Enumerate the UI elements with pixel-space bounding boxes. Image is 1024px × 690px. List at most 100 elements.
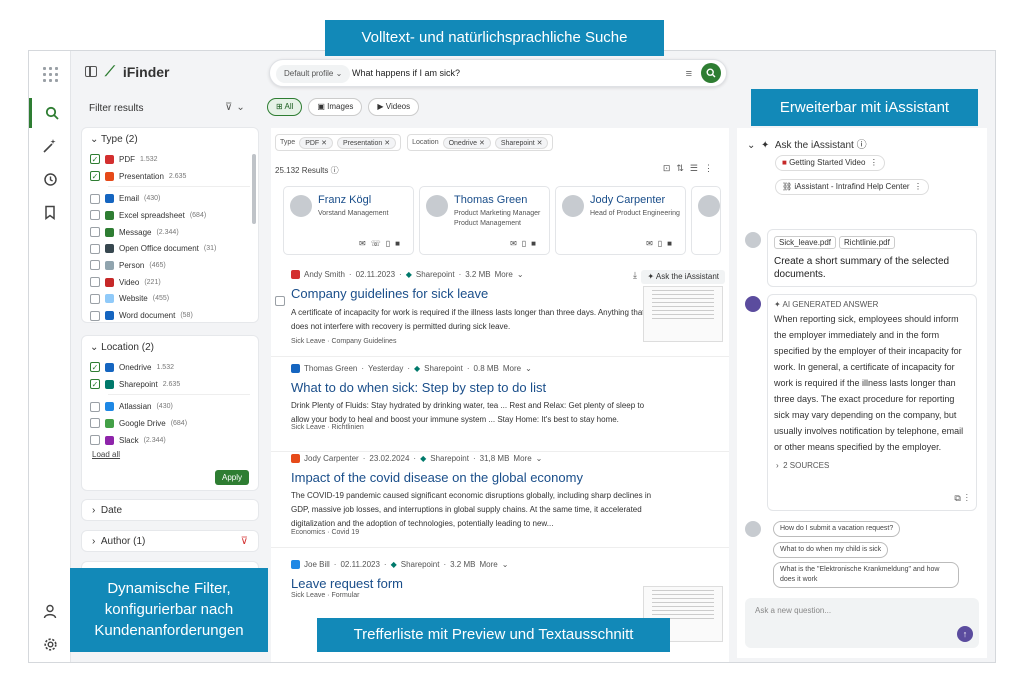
result-tools[interactable]: ⊡⇅☰⋮ xyxy=(663,163,719,174)
toggle-panel-icon[interactable] xyxy=(85,66,97,77)
tab-images[interactable]: ▣ Images xyxy=(308,98,363,116)
ask-iassistant-button[interactable]: ✦ Ask the iAssistant xyxy=(641,270,725,284)
send-arrow-icon[interactable]: ↑ xyxy=(957,626,973,642)
checkbox[interactable] xyxy=(90,310,100,321)
checkbox[interactable]: ✓ xyxy=(90,362,100,373)
filter-option[interactable]: ✓ Onedrive 1.532 xyxy=(82,359,258,376)
checkbox[interactable] xyxy=(90,193,100,204)
file-chip[interactable]: Sick_leave.pdf xyxy=(774,236,837,249)
chevron-down-icon[interactable]: ⌄ xyxy=(525,364,532,373)
contact-icons[interactable]: ✉☏▯■ xyxy=(359,239,405,248)
magic-wand-icon[interactable] xyxy=(29,131,71,161)
result-more[interactable]: More xyxy=(503,364,521,373)
result-more[interactable]: More xyxy=(479,560,497,569)
search-nav-icon[interactable] xyxy=(29,98,71,128)
apply-button[interactable]: Apply xyxy=(215,470,249,485)
checkbox[interactable] xyxy=(90,435,100,446)
search-input[interactable]: What happens if I am sick? xyxy=(352,68,460,78)
result-preview-thumbnail[interactable] xyxy=(643,286,723,342)
person-name[interactable]: Franz Kögl xyxy=(318,194,371,206)
bookmark-icon[interactable] xyxy=(29,197,71,227)
filter-option[interactable]: ✓ Sharepoint 2.635 xyxy=(82,376,258,393)
filter-option[interactable]: Email (430) xyxy=(82,190,258,207)
checkbox[interactable] xyxy=(90,418,100,429)
location-filter-title[interactable]: ⌄ Location (2) xyxy=(82,336,258,359)
user-icon[interactable] xyxy=(29,596,71,626)
chip-pdf[interactable]: PDF ✕ xyxy=(299,136,333,149)
filter-option[interactable]: ✓ Presentation 2.635 xyxy=(82,168,258,185)
history-icon[interactable] xyxy=(29,164,71,194)
search-options-icon[interactable]: ≡ xyxy=(686,68,692,80)
search-button[interactable] xyxy=(701,63,721,83)
assistant-header[interactable]: ⌄ ✦ Ask the iAssistant ⓘ xyxy=(747,136,867,151)
help-center-link[interactable]: ⛓ iAssistant - Intrafind Help Center ⋮ xyxy=(775,179,930,195)
copy-icon[interactable]: ⧉ ⋮ xyxy=(954,493,968,504)
chip-presentation[interactable]: Presentation ✕ xyxy=(337,136,397,149)
date-filter[interactable]: › Date xyxy=(81,499,259,521)
clear-filter-icon[interactable]: ⊽ xyxy=(225,102,236,113)
contact-icons[interactable]: ✉▯■ xyxy=(510,239,541,248)
result-title[interactable]: Impact of the covid disease on the globa… xyxy=(291,470,583,485)
person-card[interactable] xyxy=(691,186,721,255)
remove-filter-icon[interactable]: ⊽ xyxy=(241,536,248,547)
filter-option[interactable]: Atlassian (430) xyxy=(82,398,258,415)
chip-onedrive[interactable]: Onedrive ✕ xyxy=(442,136,491,149)
layout-icon[interactable]: ☰ xyxy=(690,163,704,173)
result-more[interactable]: More xyxy=(513,454,531,463)
filter-option[interactable]: Video (221) xyxy=(82,274,258,291)
checkbox[interactable]: ✓ xyxy=(90,171,100,182)
checkbox[interactable]: ✓ xyxy=(90,379,100,390)
profile-select[interactable]: Default profile ⌄ xyxy=(276,65,351,83)
collapse-all-icon[interactable]: ⌄ xyxy=(236,102,248,113)
save-icon[interactable]: ⊡ xyxy=(663,163,677,173)
checkbox[interactable] xyxy=(90,243,100,254)
filter-option[interactable]: ✓ PDF 1.532 xyxy=(82,151,258,168)
filter-option[interactable]: Website (455) xyxy=(82,291,258,308)
chevron-down-icon[interactable]: ⌄ xyxy=(502,560,509,569)
filter-option[interactable]: Google Drive (684) xyxy=(82,415,258,432)
checkbox[interactable] xyxy=(90,260,100,271)
sources-toggle[interactable]: › 2 SOURCES xyxy=(768,455,976,470)
author-filter[interactable]: › Author (1) ⊽ xyxy=(81,530,259,552)
checkbox[interactable] xyxy=(90,227,100,238)
person-card[interactable]: Thomas Green Product Marketing Manager Pr… xyxy=(419,186,550,255)
apps-grid-icon[interactable] xyxy=(29,59,71,89)
type-filter-title[interactable]: ⌄ Type (2) xyxy=(82,128,258,151)
person-card[interactable]: Jody Carpenter Head of Product Engineerin… xyxy=(555,186,686,255)
more-icon[interactable]: ⋮ xyxy=(704,163,719,173)
filter-option[interactable]: Excel spreadsheet (684) xyxy=(82,207,258,224)
filter-option[interactable]: Person (465) xyxy=(82,257,258,274)
file-chip[interactable]: Richtlinie.pdf xyxy=(839,236,895,249)
tab-videos[interactable]: ▶ Videos xyxy=(368,98,420,116)
chevron-down-icon[interactable]: ⌄ xyxy=(517,270,524,279)
type-scrollbar[interactable] xyxy=(252,154,256,224)
chevron-down-icon[interactable]: ⌄ xyxy=(536,454,543,463)
result-title[interactable]: Leave request form xyxy=(291,576,403,591)
filter-option[interactable]: Message (2.344) xyxy=(82,224,258,241)
checkbox[interactable] xyxy=(90,401,100,412)
filter-option[interactable]: Slack (2.344) xyxy=(82,432,258,449)
result-checkbox[interactable] xyxy=(275,296,285,306)
result-more[interactable]: More xyxy=(495,270,513,279)
checkbox[interactable] xyxy=(90,277,100,288)
sort-icon[interactable]: ⇅ xyxy=(676,163,690,173)
suggestion-chip[interactable]: What is the "Elektronische Krankmeldung"… xyxy=(773,562,959,588)
person-name[interactable]: Thomas Green xyxy=(454,194,527,206)
search-bar[interactable]: Default profile ⌄ What happens if I am s… xyxy=(269,59,727,87)
checkbox[interactable]: ✓ xyxy=(90,154,100,165)
filter-header-icons[interactable]: ⊽⌄ xyxy=(225,102,249,113)
settings-gear-icon[interactable] xyxy=(29,629,71,659)
load-all-link[interactable]: Load all xyxy=(82,450,258,459)
result-title[interactable]: What to do when sick: Step by step to do… xyxy=(291,380,546,395)
download-icon[interactable]: ⤓ xyxy=(633,270,637,281)
person-card[interactable]: Franz Kögl Vorstand Management ✉☏▯■ xyxy=(283,186,414,255)
suggestion-chip[interactable]: How do I submit a vacation request? xyxy=(773,521,901,537)
ask-question-input[interactable]: Ask a new question... ↑ xyxy=(745,598,979,648)
getting-started-link[interactable]: ■ Getting Started Video ⋮ xyxy=(775,155,885,171)
suggestion-chip[interactable]: What to do when my child is sick xyxy=(773,542,889,558)
person-name[interactable]: Jody Carpenter xyxy=(590,194,665,206)
filter-option[interactable]: Open Office document (31) xyxy=(82,240,258,257)
tab-all[interactable]: ⊞ All xyxy=(267,98,303,116)
contact-icons[interactable]: ✉▯■ xyxy=(646,239,677,248)
result-title[interactable]: Company guidelines for sick leave xyxy=(291,286,488,301)
